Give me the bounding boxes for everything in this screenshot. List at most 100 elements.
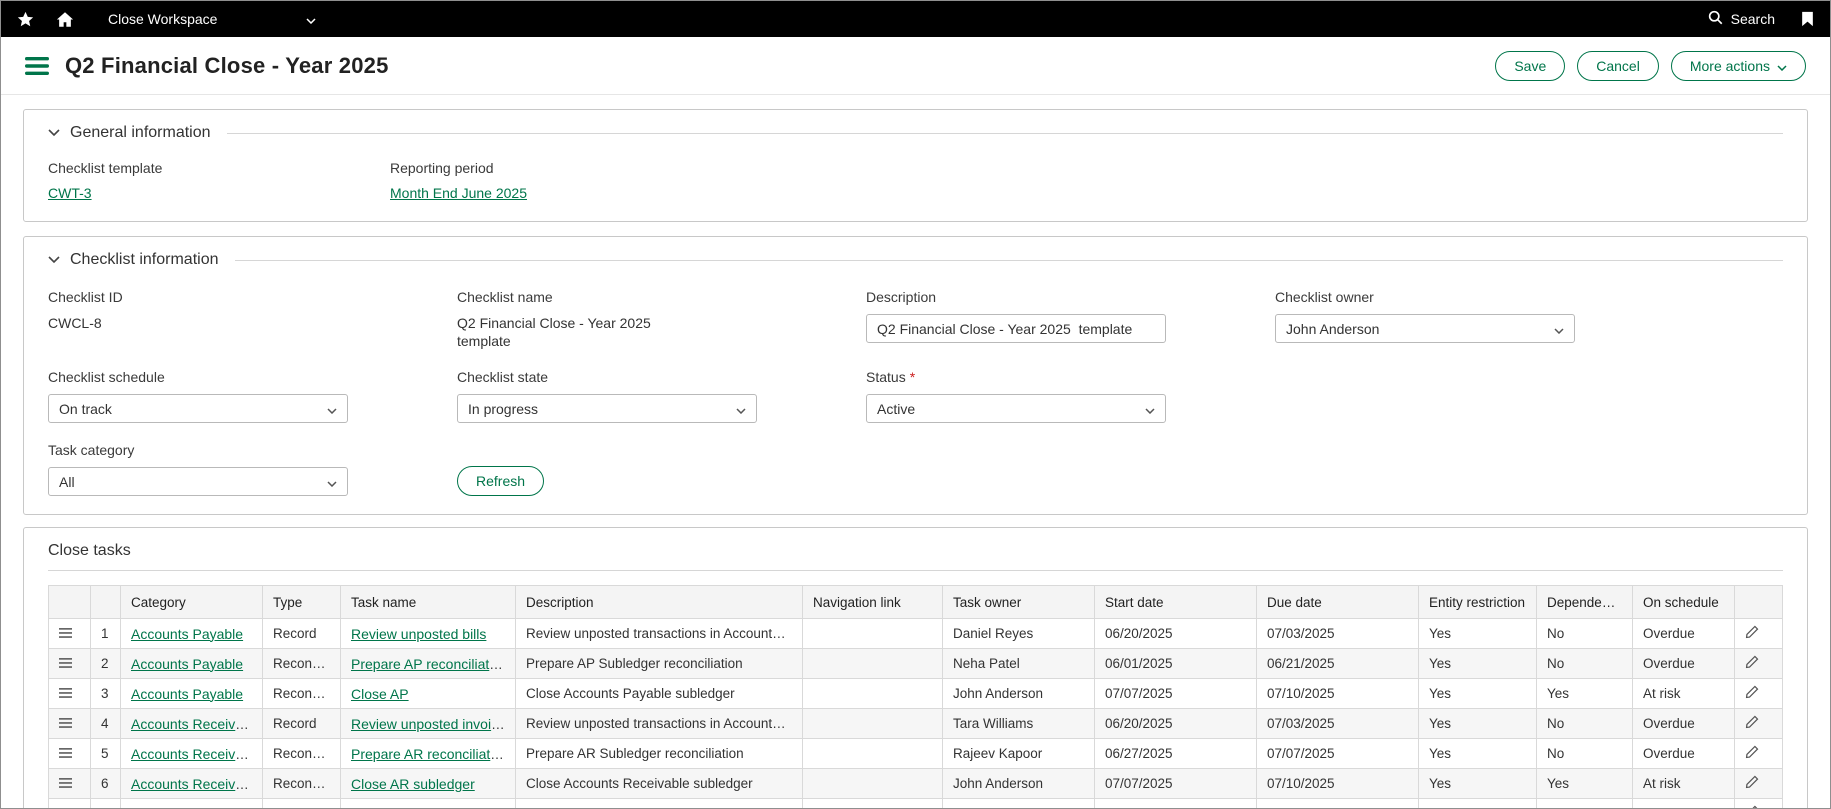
row-number: 5 xyxy=(91,739,121,769)
due-date-cell: 06/21/2025 xyxy=(1257,649,1419,679)
start-date-cell: 07/07/2025 xyxy=(1095,769,1257,799)
task-name-link[interactable]: Reconcile Bank Accounts xyxy=(351,806,509,809)
edit-icon[interactable] xyxy=(1745,715,1759,729)
checklist-information-header: Checklist information xyxy=(48,251,1783,269)
checklist-information-section: Checklist information Checklist ID CWCL-… xyxy=(23,236,1808,515)
search-icon xyxy=(1708,10,1723,28)
field-status: Status* Active xyxy=(866,369,1166,423)
on-schedule-cell: Overdue xyxy=(1633,649,1735,679)
edit-icon[interactable] xyxy=(1745,655,1759,669)
start-date-cell: 06/01/2025 xyxy=(1095,649,1257,679)
drag-handle-icon[interactable] xyxy=(59,748,72,758)
row-number: 3 xyxy=(91,679,121,709)
checklist-template-link[interactable]: CWT-3 xyxy=(48,185,92,201)
edit-icon[interactable] xyxy=(1745,745,1759,759)
favorites-star-icon[interactable] xyxy=(17,11,34,28)
refresh-button[interactable]: Refresh xyxy=(457,466,544,496)
drag-handle-icon[interactable] xyxy=(59,688,72,698)
category-link[interactable]: Accounts Payable xyxy=(131,626,243,642)
close-tasks-header: Close tasks xyxy=(48,542,1783,571)
status-value: Active xyxy=(877,401,915,417)
checklist-state-select[interactable]: In progress xyxy=(457,394,757,423)
bookmark-icon[interactable] xyxy=(1801,11,1814,27)
dependency-cell: Yes xyxy=(1537,679,1633,709)
list-icon[interactable] xyxy=(25,57,49,75)
table-row: 3 Accounts Payable Reconcile Close AP Cl… xyxy=(49,679,1783,709)
collapse-chevron-icon[interactable] xyxy=(48,256,60,264)
page: Close Workspace Search Q2 Financial Clos… xyxy=(0,0,1831,809)
type-cell: Record xyxy=(263,709,341,739)
drag-handle-icon[interactable] xyxy=(59,658,72,668)
type-cell: Reconcile xyxy=(263,739,341,769)
topbar: Close Workspace Search xyxy=(1,1,1830,37)
start-date-cell: 06/20/2025 xyxy=(1095,619,1257,649)
collapse-chevron-icon[interactable] xyxy=(48,129,60,137)
save-button[interactable]: Save xyxy=(1495,51,1565,81)
edit-icon[interactable] xyxy=(1745,685,1759,699)
task-name-link[interactable]: Review unposted bills xyxy=(351,626,486,642)
page-header: Q2 Financial Close - Year 2025 Save Canc… xyxy=(1,37,1830,95)
field-checklist-name: Checklist name Q2 Financial Close - Year… xyxy=(457,289,757,350)
chevron-down-icon xyxy=(327,401,337,417)
checklist-owner-select[interactable]: John Anderson xyxy=(1275,314,1575,343)
workspace-selector[interactable]: Close Workspace xyxy=(108,11,316,27)
status-select[interactable]: Active xyxy=(866,394,1166,423)
refresh-wrap: Refresh xyxy=(457,466,757,496)
table-row: 5 Accounts Receivable Reconcile Prepare … xyxy=(49,739,1783,769)
on-schedule-cell: Overdue xyxy=(1633,739,1735,769)
more-actions-button[interactable]: More actions xyxy=(1671,51,1806,81)
column-header-task-name: Task name xyxy=(341,586,516,619)
drag-column-header xyxy=(49,586,91,619)
entity-restriction-cell: Yes xyxy=(1419,769,1537,799)
entity-restriction-cell: Yes xyxy=(1419,619,1537,649)
task-owner-cell: Daniel Reyes xyxy=(943,619,1095,649)
description-input[interactable] xyxy=(866,314,1166,343)
topbar-right: Search xyxy=(1708,10,1814,28)
category-link[interactable]: Accounts Payable xyxy=(131,686,243,702)
edit-icon[interactable] xyxy=(1745,625,1759,639)
drag-handle-icon[interactable] xyxy=(59,628,72,638)
task-category-select[interactable]: All xyxy=(48,467,348,496)
field-checklist-schedule: Checklist schedule On track xyxy=(48,369,348,423)
search-button[interactable]: Search xyxy=(1708,10,1775,28)
category-link[interactable]: Accounts Receivable xyxy=(131,776,262,792)
column-header-entity-restriction: Entity restriction xyxy=(1419,586,1537,619)
due-date-cell: 07/05/2025 xyxy=(1257,799,1419,809)
column-header-navigation-link: Navigation link xyxy=(803,586,943,619)
edit-icon[interactable] xyxy=(1745,805,1759,809)
task-category-label: Task category xyxy=(48,442,348,458)
cancel-button[interactable]: Cancel xyxy=(1577,51,1659,81)
checklist-template-label: Checklist template xyxy=(48,160,390,176)
task-name-link[interactable]: Close AR subledger xyxy=(351,776,475,792)
due-date-cell: 07/10/2025 xyxy=(1257,769,1419,799)
close-tasks-body: 1 Accounts Payable Record Review unposte… xyxy=(49,619,1783,809)
column-header-category: Category xyxy=(121,586,263,619)
edit-icon[interactable] xyxy=(1745,775,1759,789)
navigation-link[interactable]: Reconciliation--Bank xyxy=(813,806,941,809)
category-link[interactable]: Accounts Receivable xyxy=(131,716,262,732)
on-schedule-cell: Overdue xyxy=(1633,709,1735,739)
category-link[interactable]: Accounts Receivable xyxy=(131,746,262,762)
checklist-schedule-select[interactable]: On track xyxy=(48,394,348,423)
page-title: Q2 Financial Close - Year 2025 xyxy=(65,53,389,79)
dependency-cell: Yes xyxy=(1537,769,1633,799)
category-link[interactable]: Accounts Payable xyxy=(131,656,243,672)
column-header-type: Type xyxy=(263,586,341,619)
home-icon[interactable] xyxy=(56,11,74,28)
search-label: Search xyxy=(1731,11,1775,27)
task-name-link[interactable]: Review unposted invoices xyxy=(351,716,513,732)
field-checklist-id: Checklist ID CWCL-8 xyxy=(48,289,348,332)
task-name-link[interactable]: Prepare AR reconciliation xyxy=(351,746,509,762)
task-owner-cell: Rajeev Kapoor xyxy=(943,739,1095,769)
checklist-id-value: CWCL-8 xyxy=(48,314,348,332)
checklist-name-label: Checklist name xyxy=(457,289,757,305)
drag-handle-icon[interactable] xyxy=(59,778,72,788)
category-link[interactable]: Cash Management xyxy=(131,806,249,809)
reporting-period-link[interactable]: Month End June 2025 xyxy=(390,185,527,201)
task-name-link[interactable]: Close AP xyxy=(351,686,409,702)
checklist-owner-value: John Anderson xyxy=(1286,321,1379,337)
task-name-link[interactable]: Prepare AP reconciliation xyxy=(351,656,508,672)
drag-handle-icon[interactable] xyxy=(59,718,72,728)
type-cell: Reconcile xyxy=(263,679,341,709)
dependency-cell: No xyxy=(1537,649,1633,679)
